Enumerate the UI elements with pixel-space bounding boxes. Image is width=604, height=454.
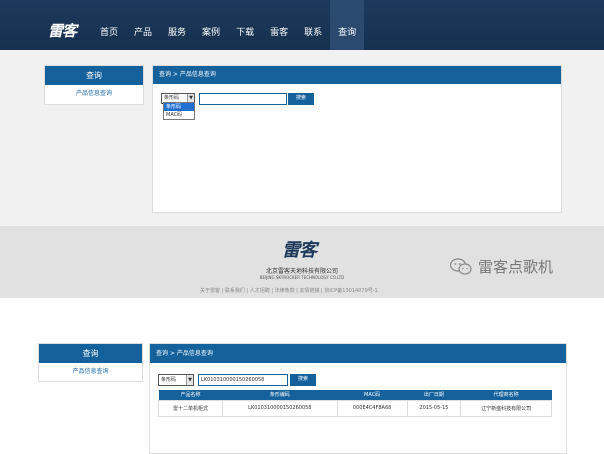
- sidebar-title: 查询: [39, 344, 142, 363]
- nav-query[interactable]: 查询: [330, 0, 365, 50]
- nav-contact[interactable]: 联系: [296, 0, 330, 50]
- nav-products[interactable]: 产品: [126, 0, 160, 50]
- footer-logo: 雷客: [282, 240, 317, 261]
- column-header: 条形编码: [222, 390, 338, 400]
- barcode-cell: LK010310000150260058: [222, 399, 338, 417]
- sidebar-item-product-query[interactable]: 产品信息查询: [39, 363, 142, 381]
- type-select-value: 条形码: [161, 377, 177, 383]
- top-screenshot: 雷客 首页 产品 服务 案例 下载 雷客 联系 查询 查询 产品信息查询 查询 …: [0, 0, 604, 298]
- nav-leike[interactable]: 雷客: [262, 0, 296, 50]
- nav-services[interactable]: 服务: [160, 0, 194, 50]
- query-panel: 查询 > 产品信息查询 条形码 ▼ LK010310000150260058 搜…: [149, 343, 567, 454]
- search-button[interactable]: 搜索: [290, 374, 316, 386]
- wechat-icon: [450, 258, 472, 275]
- sidebar: 查询 产品信息查询: [38, 343, 143, 382]
- type-dropdown-list: 条形码 MAC码: [163, 102, 195, 120]
- search-input[interactable]: [199, 93, 287, 105]
- bottom-screenshot: 查询 产品信息查询 查询 > 产品信息查询 条形码 ▼ LK0103100001…: [0, 300, 604, 454]
- sidebar-item-product-query[interactable]: 产品信息查询: [45, 85, 143, 103]
- type-select[interactable]: 条形码 ▼: [158, 374, 194, 386]
- column-header: 出厂日期: [407, 390, 461, 400]
- column-header: MAC码: [337, 390, 408, 400]
- sidebar-title: 查询: [45, 66, 143, 85]
- table-row: 雷十二单机柜式 LK010310000150260058 000E4C4F8A6…: [157, 399, 552, 417]
- product-name-cell: 雷十二单机柜式: [157, 399, 224, 417]
- watermark-text: 雷客点歌机: [478, 258, 554, 276]
- search-button[interactable]: 搜索: [288, 93, 314, 105]
- type-select-value: 条形码: [164, 95, 180, 101]
- sidebar: 查询 产品信息查询: [44, 65, 144, 105]
- table-header-row: 产品名称 条形编码 MAC码 出厂日期 代理商名称: [158, 390, 552, 400]
- nav-download[interactable]: 下载: [228, 0, 262, 50]
- search-input[interactable]: LK010310000150260058: [198, 374, 288, 386]
- date-cell: 2015-05-15: [406, 399, 462, 417]
- breadcrumb: 查询 > 产品信息查询: [150, 344, 566, 363]
- site-logo[interactable]: 雷客: [48, 20, 77, 41]
- site-header: 雷客 首页 产品 服务 案例 下载 雷客 联系 查询: [0, 0, 604, 50]
- footer-links[interactable]: 关于雷客 | 联系我们 | 人才招聘 | 法律条款 | 友情链接 | 京ICP备…: [200, 287, 378, 294]
- nav-home[interactable]: 首页: [92, 0, 126, 50]
- result-table: 产品名称 条形编码 MAC码 出厂日期 代理商名称 雷十二单机柜式 LK0103…: [157, 390, 552, 417]
- chevron-down-icon: ▼: [186, 375, 193, 385]
- breadcrumb: 查询 > 产品信息查询: [153, 66, 561, 84]
- agent-cell: 辽宁新盛科技有限公司: [460, 399, 552, 417]
- query-panel: 查询 > 产品信息查询 条形码 ▼ 条形码 MAC码 搜索: [152, 65, 562, 213]
- nav-cases[interactable]: 案例: [194, 0, 228, 50]
- dropdown-option-mac[interactable]: MAC码: [164, 111, 194, 119]
- mac-cell: 000E4C4F8A68: [336, 399, 408, 417]
- dropdown-option-barcode[interactable]: 条形码: [164, 103, 194, 111]
- column-header: 产品名称: [158, 390, 223, 400]
- main-nav: 首页 产品 服务 案例 下载 雷客 联系 查询: [92, 0, 365, 50]
- column-header: 代理商名称: [460, 390, 552, 400]
